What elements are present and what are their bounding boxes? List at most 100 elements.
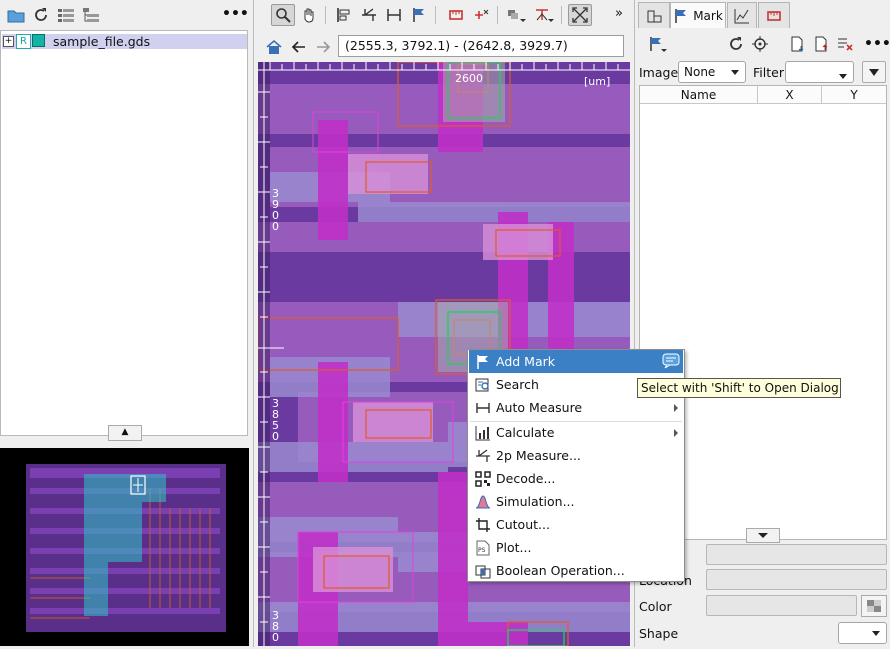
color-field[interactable] xyxy=(706,595,857,616)
chevron-down-icon xyxy=(869,69,879,76)
more-button[interactable]: ••• xyxy=(222,6,249,22)
refresh-icon[interactable] xyxy=(29,4,53,26)
column-header-y[interactable]: Y xyxy=(822,86,886,104)
image-select-value: None xyxy=(684,65,716,79)
snap-dropdown-icon[interactable] xyxy=(532,4,556,26)
chart-icon xyxy=(474,424,492,442)
search-icon xyxy=(474,376,492,394)
chart-tab[interactable] xyxy=(727,2,757,28)
fit-screen-icon[interactable] xyxy=(568,4,592,26)
export-icon[interactable] xyxy=(810,33,834,55)
menu-item-label: Plot... xyxy=(496,540,532,555)
shape-label: Shape xyxy=(639,626,679,641)
ruler-left-label: 380 xyxy=(272,609,279,644)
reference-badge: R xyxy=(16,34,31,49)
qr-code-icon xyxy=(474,470,492,488)
tab-mark-label: Mark xyxy=(693,8,723,23)
zoom-icon[interactable] xyxy=(271,4,295,26)
chevron-down-icon xyxy=(839,74,847,79)
image-select[interactable]: None xyxy=(678,61,746,83)
ruler-top-label: 2600 xyxy=(455,72,483,85)
ps-file-icon: PS xyxy=(474,539,492,557)
expand-icon[interactable]: + xyxy=(3,36,14,47)
menu-item-cutout[interactable]: Cutout... xyxy=(469,513,683,536)
flag-dropdown-icon[interactable] xyxy=(646,33,670,55)
ruler-left-label: 3900 xyxy=(272,187,279,233)
locate-icon[interactable] xyxy=(748,33,772,55)
menu-item-simulation[interactable]: Simulation... xyxy=(469,490,683,513)
folder-open-icon[interactable] xyxy=(4,4,28,26)
tree-item-label: sample_file.gds xyxy=(53,34,151,49)
menu-item-label: 2p Measure... xyxy=(496,448,581,463)
right-tabs: Mark xyxy=(638,0,890,30)
ruler-left-label: 3850 xyxy=(272,397,279,443)
cell-tree: + R sample_file.gds xyxy=(0,30,248,436)
collapse-handle[interactable]: ▲ xyxy=(108,425,142,441)
filter-select[interactable] xyxy=(785,61,854,83)
flag-icon[interactable] xyxy=(407,4,431,26)
overview-minimap[interactable] xyxy=(0,448,249,646)
column-header-x[interactable]: X xyxy=(758,86,822,104)
coordinate-field[interactable]: (2555.3, 3792.1) - (2642.8, 3929.7) xyxy=(338,35,624,57)
name-field[interactable] xyxy=(706,544,887,565)
tab-mark[interactable]: Mark xyxy=(670,2,726,28)
cell-list-icon[interactable] xyxy=(54,4,78,26)
color-picker-button[interactable] xyxy=(861,595,887,617)
menu-item-label: Cutout... xyxy=(496,517,550,532)
menu-item-label: Add Mark xyxy=(496,354,555,369)
column-header-name[interactable]: Name xyxy=(640,86,758,104)
measure-tab-icon xyxy=(767,10,781,21)
refresh-icon[interactable] xyxy=(724,33,748,55)
location-field[interactable] xyxy=(706,569,887,590)
menu-item-label: Search xyxy=(496,377,539,392)
boolean-icon xyxy=(474,562,492,580)
cell-color-icon xyxy=(32,34,45,47)
align-left-icon[interactable] xyxy=(332,4,356,26)
two-point-icon xyxy=(474,447,492,465)
menu-item-label: Calculate xyxy=(496,425,555,440)
chevron-down-icon xyxy=(872,631,880,636)
color-label: Color xyxy=(639,599,672,614)
measure-icon[interactable] xyxy=(357,4,381,26)
menu-item-label: Simulation... xyxy=(496,494,575,509)
back-icon[interactable] xyxy=(287,36,311,58)
nav-bar: (2555.3, 3792.1) - (2642.8, 3929.7) xyxy=(258,32,630,62)
toolbar-overflow[interactable]: » xyxy=(615,6,623,21)
filter-menu-button[interactable] xyxy=(862,61,886,83)
cell-tree-icon[interactable] xyxy=(79,4,103,26)
pan-icon[interactable] xyxy=(297,4,321,26)
measure-icon xyxy=(474,399,492,417)
comment-icon[interactable] xyxy=(662,353,680,372)
measure-tab[interactable] xyxy=(758,2,790,28)
image-label: Image xyxy=(639,65,679,80)
shape-select[interactable] xyxy=(838,622,887,644)
expand-handle[interactable] xyxy=(746,528,780,543)
chevron-down-icon xyxy=(758,533,768,538)
menu-item-add-mark[interactable]: Add Mark xyxy=(469,350,683,373)
cells-tab[interactable] xyxy=(638,2,670,28)
chevron-down-icon xyxy=(731,70,739,75)
submenu-arrow-icon xyxy=(674,429,678,437)
menu-item-plot[interactable]: PS Plot... xyxy=(469,536,683,559)
tree-item[interactable]: + R sample_file.gds xyxy=(2,34,247,49)
menu-item-auto-measure[interactable]: Auto Measure xyxy=(469,396,683,419)
filter-label: Filter xyxy=(753,65,784,80)
more-button[interactable]: ••• xyxy=(864,36,890,52)
layer-dropdown-icon[interactable] xyxy=(504,4,528,26)
width-icon[interactable] xyxy=(382,4,406,26)
home-icon[interactable] xyxy=(262,36,286,58)
palette-icon xyxy=(867,600,881,612)
menu-item-decode[interactable]: Decode... xyxy=(469,467,683,490)
simulation-icon xyxy=(474,493,492,511)
crop-icon xyxy=(474,516,492,534)
svg-text:PS: PS xyxy=(478,547,486,554)
forward-icon[interactable] xyxy=(311,36,335,58)
menu-item-2p-measure[interactable]: 2p Measure... xyxy=(469,444,683,467)
menu-item-boolean-operation[interactable]: Boolean Operation... xyxy=(469,559,683,582)
ruler-remove-icon[interactable] xyxy=(469,4,493,26)
clear-list-icon[interactable] xyxy=(834,33,858,55)
menu-item-calculate[interactable]: Calculate xyxy=(469,421,683,444)
cells-tab-icon xyxy=(647,10,662,22)
ruler-icon[interactable] xyxy=(444,4,468,26)
import-icon[interactable] xyxy=(786,33,810,55)
